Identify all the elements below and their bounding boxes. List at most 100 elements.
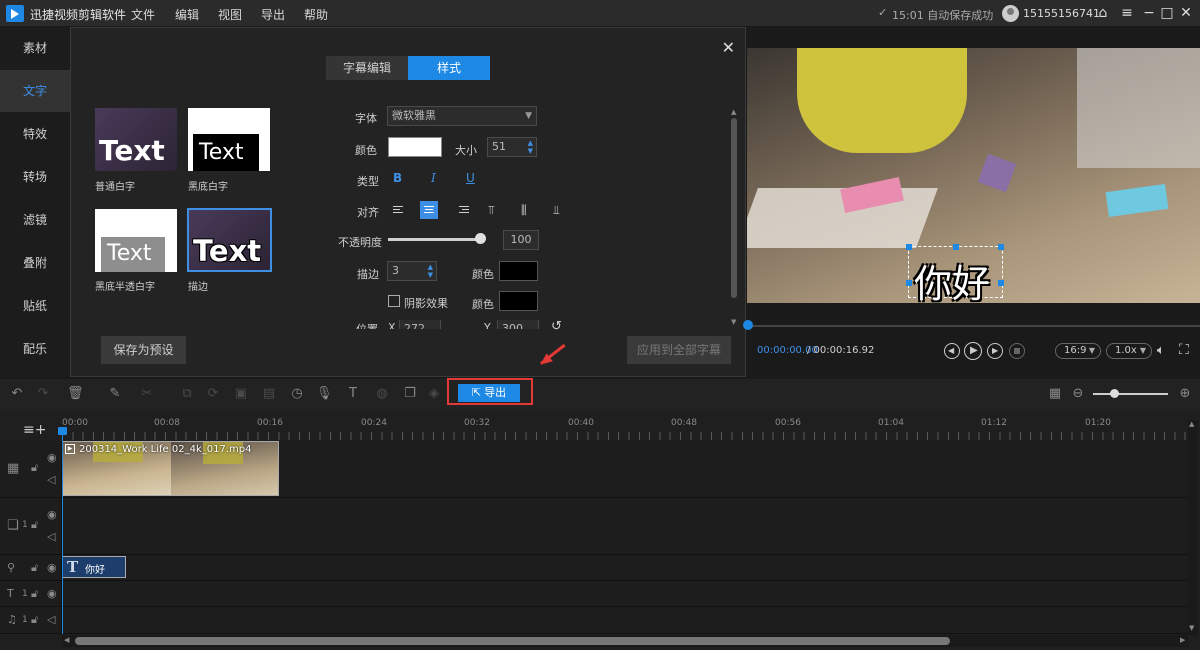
stop-icon[interactable] bbox=[1009, 343, 1025, 359]
sidebar-item-transitions[interactable]: 转场 bbox=[0, 156, 70, 198]
user-name[interactable]: 15155156741 bbox=[1023, 7, 1100, 20]
rotate-icon[interactable]: ⟳ bbox=[205, 386, 221, 402]
scroll-down-icon[interactable]: ▼ bbox=[731, 318, 736, 326]
text-track[interactable]: ⚲ 🔓︎ ◉ bbox=[0, 555, 1188, 581]
scroll-down-icon[interactable]: ▼ bbox=[1189, 624, 1194, 632]
aspect-ratio-select[interactable]: 16:9 ▼ bbox=[1055, 343, 1101, 359]
timeline-horizontal-scrollbar[interactable] bbox=[75, 637, 950, 645]
preset-plain-white[interactable]: Text bbox=[95, 108, 177, 171]
bold-button[interactable]: B bbox=[393, 171, 402, 185]
sidebar-item-text[interactable]: 文字 bbox=[0, 70, 70, 112]
timeline-vertical-scrollbar[interactable]: ▲ ▼ bbox=[1188, 420, 1198, 635]
redo-icon[interactable]: ↷ bbox=[35, 386, 51, 402]
close-icon[interactable]: ✕ bbox=[722, 38, 735, 57]
apply-all-subtitles-button[interactable]: 应用到全部字幕 bbox=[627, 336, 731, 364]
volume-icon[interactable]: ◁ bbox=[47, 473, 55, 486]
duration-icon[interactable]: ◷ bbox=[289, 386, 305, 402]
sidebar-item-stickers[interactable]: 贴纸 bbox=[0, 285, 70, 327]
zoom-slider-track[interactable] bbox=[1093, 393, 1168, 395]
play-icon[interactable]: ▶ bbox=[964, 342, 982, 360]
dialog-scrollbar[interactable] bbox=[731, 118, 737, 298]
sidebar-item-effects[interactable]: 特效 bbox=[0, 113, 70, 155]
lock-icon[interactable]: 🔓︎ bbox=[31, 561, 38, 575]
volume-icon[interactable]: ◁ bbox=[47, 613, 55, 626]
menu-icon[interactable]: ≡ bbox=[1118, 4, 1136, 22]
menu-edit[interactable]: 编辑 bbox=[175, 6, 199, 23]
shadow-checkbox[interactable] bbox=[388, 295, 400, 307]
italic-button[interactable]: I bbox=[431, 171, 436, 185]
undo-icon[interactable]: ↶ bbox=[9, 386, 25, 402]
save-preset-button[interactable]: 保存为预设 bbox=[101, 336, 186, 364]
next-frame-icon[interactable]: ▶ bbox=[987, 343, 1003, 359]
stepper-up-icon[interactable]: ▲ bbox=[428, 264, 433, 271]
preset-stroke[interactable]: Text bbox=[187, 208, 272, 272]
lock-icon[interactable]: 🔓︎ bbox=[31, 518, 38, 532]
preview-progress-handle[interactable] bbox=[743, 320, 753, 330]
timeline-ruler[interactable] bbox=[62, 418, 1188, 440]
cut-icon[interactable]: ✂ bbox=[139, 386, 155, 402]
playhead[interactable] bbox=[62, 432, 63, 634]
preview-progress-track[interactable] bbox=[747, 325, 1200, 327]
crop-icon[interactable]: ⧉ bbox=[179, 386, 195, 402]
opacity-slider-track[interactable] bbox=[388, 238, 480, 241]
align-top-icon[interactable]: ⫪ bbox=[488, 203, 495, 218]
export-button[interactable]: ⇱ 导出 bbox=[458, 384, 520, 402]
sidebar-item-media[interactable]: 素材 bbox=[0, 27, 70, 69]
pos-x-input[interactable]: 272 bbox=[399, 320, 441, 329]
sidebar-item-filters[interactable]: 滤镜 bbox=[0, 199, 70, 241]
record-icon[interactable]: 🎙︎ bbox=[316, 386, 333, 402]
align-middle-icon[interactable]: ⫼ bbox=[521, 203, 527, 218]
font-size-stepper[interactable]: 51 ▲ ▼ bbox=[487, 137, 537, 157]
audio-edit-icon[interactable]: ▤ bbox=[261, 386, 277, 402]
menu-view[interactable]: 视图 bbox=[218, 6, 242, 23]
opacity-input[interactable]: 100 bbox=[503, 230, 539, 250]
font-color-swatch[interactable] bbox=[388, 137, 442, 157]
fit-timeline-icon[interactable]: ▦ bbox=[1047, 386, 1063, 402]
menu-file[interactable]: 文件 bbox=[131, 6, 155, 23]
stepper-down-icon[interactable]: ▼ bbox=[528, 148, 533, 155]
scroll-up-icon[interactable]: ▲ bbox=[731, 108, 736, 116]
zoom-slider-handle[interactable] bbox=[1110, 389, 1119, 398]
playhead-handle[interactable] bbox=[58, 427, 67, 435]
lock-icon[interactable]: 🔓︎ bbox=[31, 461, 38, 475]
title-track[interactable]: T 1 🔓︎ ◉ bbox=[0, 581, 1188, 607]
align-center-icon[interactable] bbox=[420, 201, 438, 219]
eye-icon[interactable]: ◉ bbox=[47, 451, 57, 464]
close-icon[interactable]: ✕ bbox=[1177, 4, 1195, 22]
align-bottom-icon[interactable]: ⫫ bbox=[553, 203, 560, 218]
eye-icon[interactable]: ◉ bbox=[47, 508, 57, 521]
shadow-color-swatch[interactable] bbox=[499, 291, 538, 311]
preset-black-bg-white[interactable]: Text bbox=[188, 108, 270, 171]
speed-icon[interactable]: ▣ bbox=[233, 386, 249, 402]
menu-export[interactable]: 导出 bbox=[261, 6, 285, 23]
pos-y-input[interactable]: 300 bbox=[497, 320, 539, 329]
fullscreen-icon[interactable]: ⛶ bbox=[1179, 342, 1189, 358]
eye-icon[interactable]: ◉ bbox=[47, 561, 57, 574]
prev-frame-icon[interactable]: ◀ bbox=[944, 343, 960, 359]
lock-icon[interactable]: 🔓︎ bbox=[31, 587, 38, 601]
minimize-icon[interactable]: − bbox=[1140, 4, 1158, 22]
scroll-right-icon[interactable]: ▶ bbox=[1180, 636, 1185, 644]
tab-subtitle-edit[interactable]: 字幕编辑 bbox=[326, 56, 408, 80]
music-track[interactable]: ♫ 1 🔓︎ ◁ bbox=[0, 607, 1188, 634]
stepper-up-icon[interactable]: ▲ bbox=[528, 140, 533, 147]
mosaic-icon[interactable]: ◍ bbox=[374, 386, 390, 402]
pip-track[interactable]: ❏ 1 🔓︎ ◉ ◁ bbox=[0, 498, 1188, 555]
lock-icon[interactable]: 🔓︎ bbox=[31, 613, 38, 627]
font-select[interactable]: 微软雅黑 ▼ bbox=[387, 106, 537, 126]
menu-help[interactable]: 帮助 bbox=[304, 6, 328, 23]
align-left-icon[interactable] bbox=[390, 201, 408, 219]
text-clip[interactable]: T 你好 bbox=[62, 556, 126, 578]
sidebar-item-music[interactable]: 配乐 bbox=[0, 328, 70, 370]
maximize-icon[interactable]: □ bbox=[1158, 4, 1176, 22]
playback-speed-select[interactable]: 1.0x ▼ bbox=[1106, 343, 1152, 359]
delete-icon[interactable]: 🗑︎ bbox=[67, 386, 84, 402]
reset-icon[interactable]: ↺ bbox=[551, 319, 562, 334]
tab-style[interactable]: 样式 bbox=[408, 56, 490, 80]
video-clip[interactable]: ▶ 200314_Work Life 02_4k_017.mp4 bbox=[62, 441, 279, 496]
add-track-icon[interactable]: ≡+ bbox=[23, 422, 46, 438]
avatar[interactable] bbox=[1002, 5, 1019, 22]
eye-icon[interactable]: ◉ bbox=[47, 587, 57, 600]
scroll-up-icon[interactable]: ▲ bbox=[1189, 420, 1194, 428]
text-to-speech-icon[interactable]: T bbox=[345, 386, 361, 402]
